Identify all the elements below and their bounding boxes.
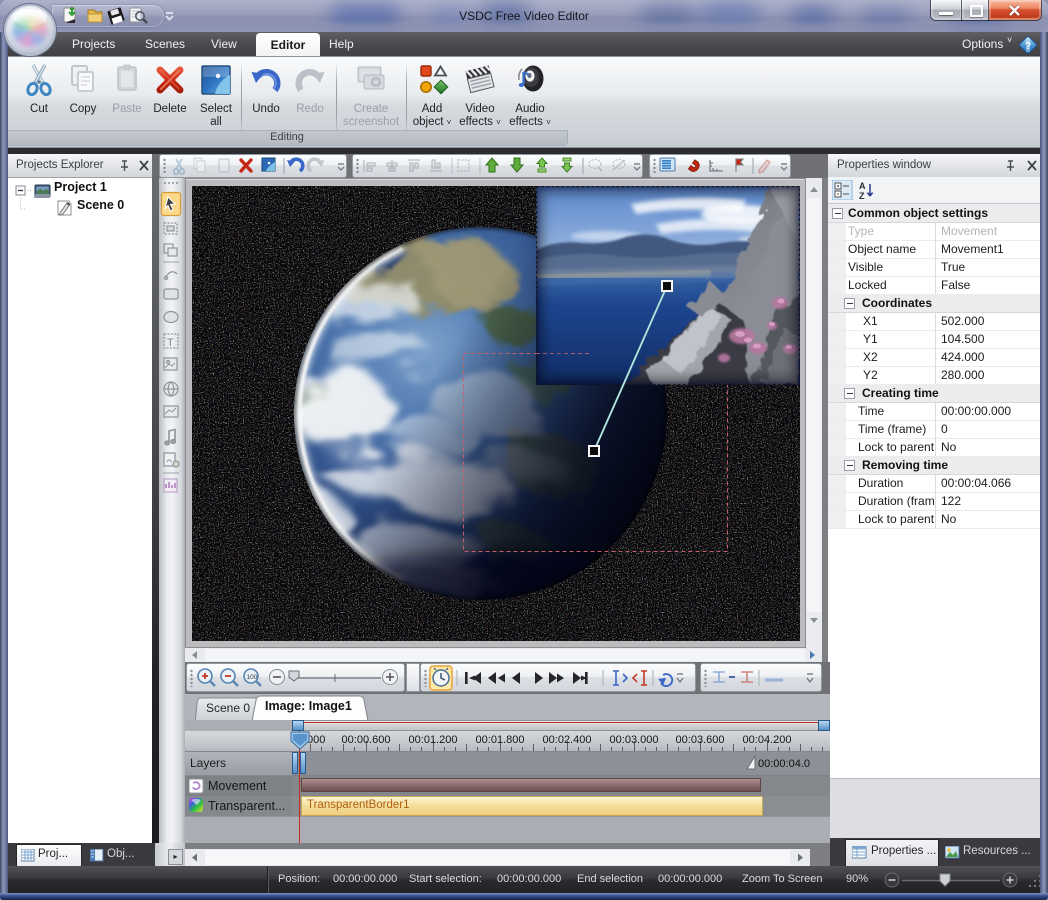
svg-text:A: A — [859, 181, 866, 191]
svg-text:00:00:04.0: 00:00:04.0 — [758, 758, 810, 770]
svg-text:00:04.200: 00:04.200 — [743, 734, 792, 746]
svg-text:00:03.000: 00:03.000 — [610, 734, 659, 746]
svg-text:T: T — [167, 337, 174, 349]
svg-text:100: 100 — [247, 674, 258, 681]
svg-text:00:01.800: 00:01.800 — [476, 734, 525, 746]
svg-text:Z: Z — [859, 191, 865, 200]
svg-text:00:01.200: 00:01.200 — [409, 734, 458, 746]
svg-text:00:00.600: 00:00.600 — [342, 734, 391, 746]
svg-text:?: ? — [1025, 41, 1031, 52]
svg-text:00:03.600: 00:03.600 — [676, 734, 725, 746]
svg-text:00:02.400: 00:02.400 — [543, 734, 592, 746]
